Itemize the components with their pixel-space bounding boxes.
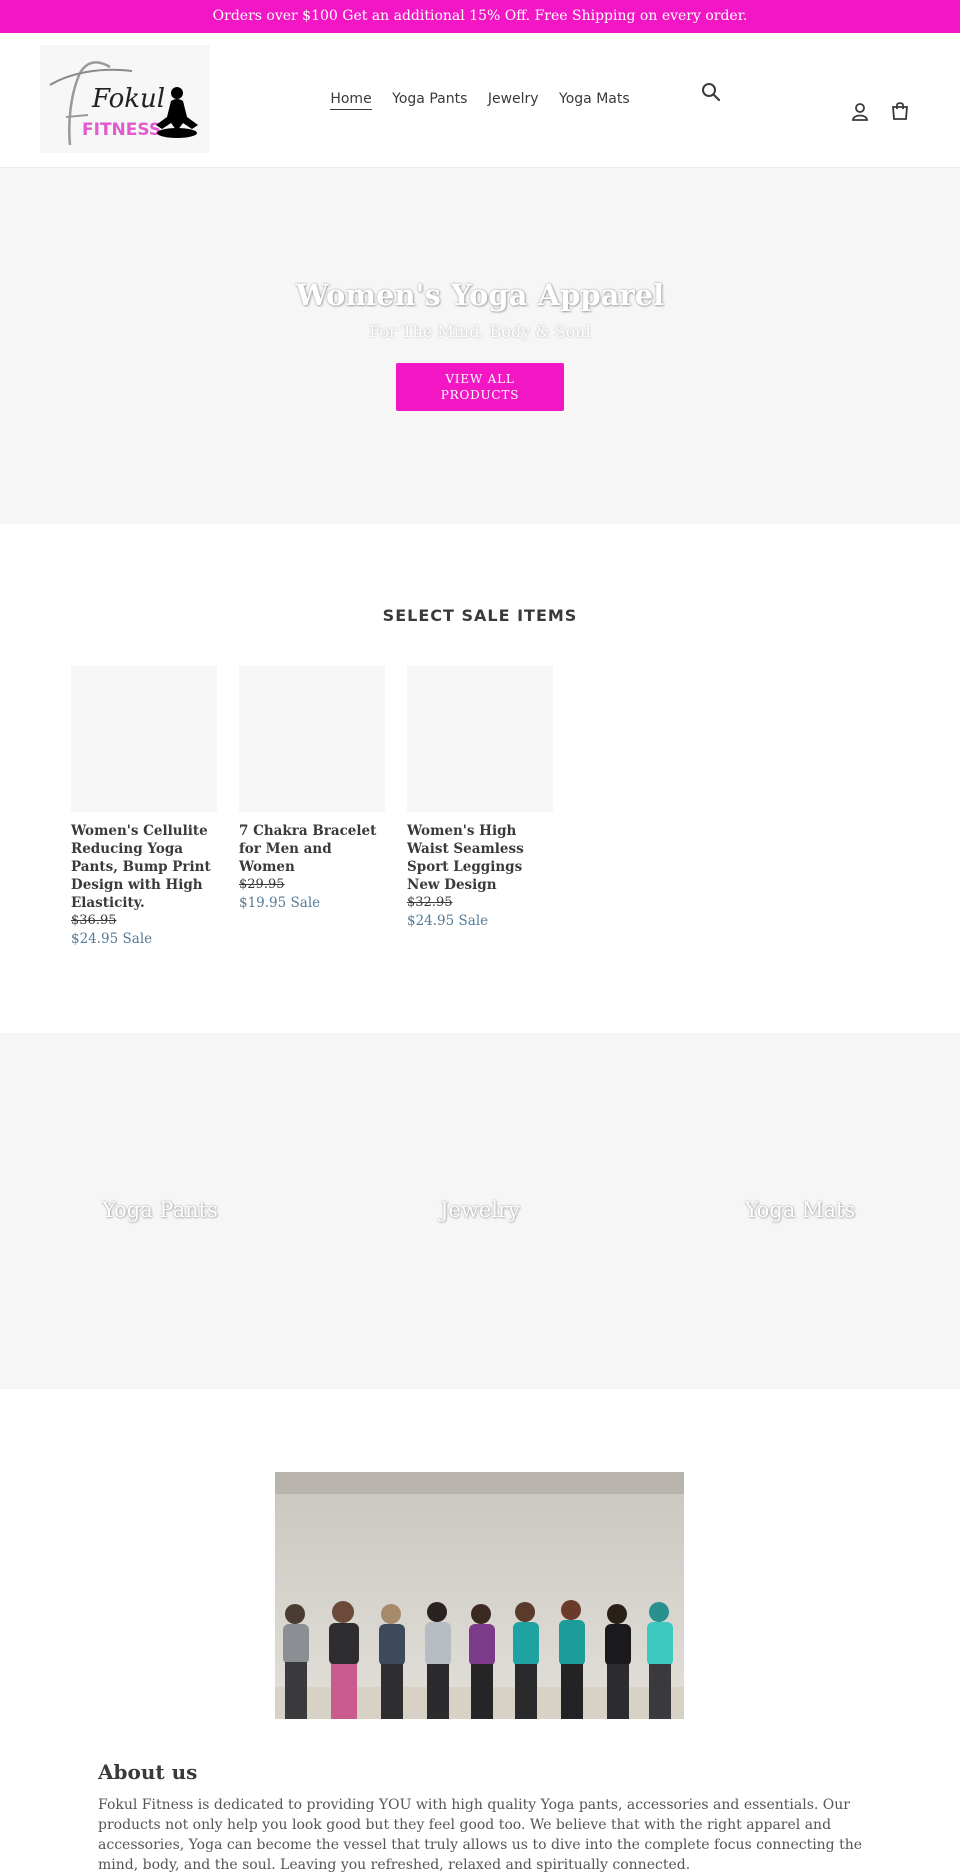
sale-heading: SELECT SALE ITEMS (382, 606, 578, 625)
product-card[interactable]: Women's Cellulite Reducing Yoga Pants, B… (71, 666, 217, 948)
button-label-line-2: PRODUCTS (440, 388, 520, 402)
collection-yoga-mats[interactable]: Yoga Mats (700, 1198, 900, 1222)
nav-yoga-mats[interactable]: Yoga Mats (559, 91, 630, 107)
hero-title: Women's Yoga Apparel (295, 278, 665, 312)
product-image[interactable] (71, 666, 217, 812)
product-card[interactable]: Women's High Waist Seamless Sport Leggin… (407, 666, 553, 930)
product-sale-price: $19.95 Sale (239, 894, 385, 912)
account-icon[interactable] (849, 101, 871, 123)
about-text: Fokul Fitness is dedicated to providing … (98, 1797, 863, 1873)
nav-jewelry[interactable]: Jewelry (488, 91, 539, 107)
hero-subtitle: For The Mind, Body & Soul (369, 322, 591, 341)
product-sale-price: $24.95 Sale (407, 912, 553, 930)
product-old-price: $29.95 (239, 877, 285, 892)
collection-list: Yoga Pants Jewelry Yoga Mats (0, 1033, 960, 1389)
product-sale-price: $24.95 Sale (71, 930, 217, 948)
product-title[interactable]: Women's High Waist Seamless Sport Leggin… (407, 822, 553, 894)
search-icon[interactable] (700, 81, 722, 103)
nav-home[interactable]: Home (330, 91, 372, 110)
about-image (275, 1472, 684, 1719)
price: $24.95 (407, 913, 455, 929)
product-old-price: $36.95 (71, 913, 117, 928)
main-nav: Home Yoga Pants Jewelry Yoga Mats (0, 91, 960, 110)
collection-yoga-pants[interactable]: Yoga Pants (60, 1198, 260, 1222)
price: $19.95 (239, 895, 287, 911)
product-title[interactable]: 7 Chakra Bracelet for Men and Women (239, 822, 385, 876)
sale-label: Sale (122, 931, 153, 947)
sale-label: Sale (458, 913, 489, 929)
product-image[interactable] (239, 666, 385, 812)
collection-jewelry[interactable]: Jewelry (380, 1198, 580, 1222)
product-image[interactable] (407, 666, 553, 812)
button-label-line-1: VIEW ALL (445, 372, 515, 386)
product-card[interactable]: 7 Chakra Bracelet for Men and Women $29.… (239, 666, 385, 912)
cart-icon[interactable] (889, 100, 911, 122)
sale-label: Sale (290, 895, 321, 911)
announcement-bar: Orders over $100 Get an additional 15% O… (0, 0, 960, 33)
view-all-products-button[interactable]: VIEW ALL PRODUCTS (396, 363, 564, 411)
nav-yoga-pants[interactable]: Yoga Pants (392, 91, 467, 107)
product-old-price: $32.95 (407, 895, 453, 910)
product-title[interactable]: Women's Cellulite Reducing Yoga Pants, B… (71, 822, 217, 912)
hero-banner: Women's Yoga Apparel For The Mind, Body … (0, 168, 960, 524)
about-title: About us (98, 1760, 198, 1784)
svg-text:FITNESS: FITNESS (82, 120, 161, 140)
price: $24.95 (71, 931, 119, 947)
site-header: Fokul FITNESS Home Yoga Pants Jewelry Yo… (0, 33, 960, 168)
